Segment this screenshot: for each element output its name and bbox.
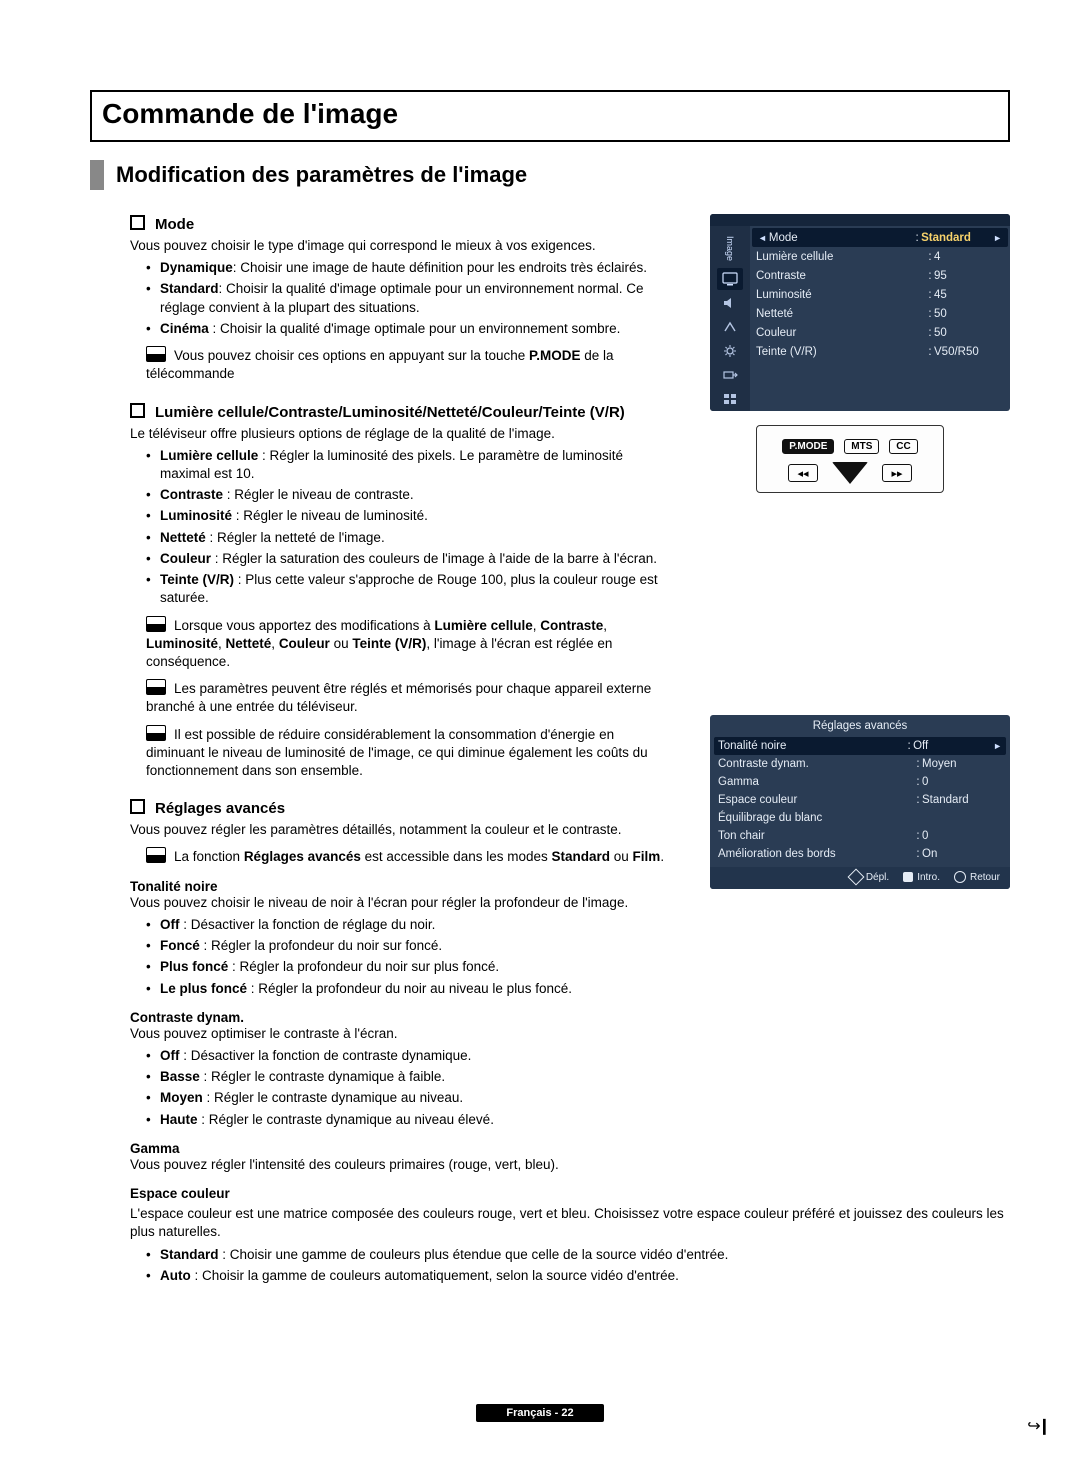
subhead-contraste-dynam: Contraste dynam. bbox=[130, 1010, 670, 1025]
mode-item: Standard: Choisir la qualité d'image opt… bbox=[146, 280, 670, 316]
osd-row: Tonalité noire:Off► bbox=[714, 737, 1006, 755]
osd-foot-enter: Intro. bbox=[903, 871, 940, 883]
tab-setup-icon bbox=[717, 340, 743, 362]
square-bullet-icon bbox=[130, 799, 145, 814]
list-item: Basse : Régler le contraste dynamique à … bbox=[146, 1068, 670, 1086]
subhead-tonalite: Tonalité noire bbox=[130, 879, 670, 894]
list-item: Le plus foncé : Régler la profondeur du … bbox=[146, 980, 670, 998]
osd-row: Amélioration des bords:On bbox=[718, 845, 1002, 863]
cd-intro: Vous pouvez optimiser le contraste à l'é… bbox=[130, 1025, 670, 1043]
page-turn-icon: ↪❙ bbox=[1027, 1416, 1048, 1436]
section-title: Modification des paramètres de l'image bbox=[90, 160, 1010, 190]
osd-row: Netteté:50 bbox=[756, 304, 1004, 323]
tonalite-intro: Vous pouvez choisir le niveau de noir à … bbox=[130, 894, 670, 912]
osd-advanced-menu: Réglages avancés Tonalité noire:Off►Cont… bbox=[710, 715, 1010, 889]
param-item: Netteté : Régler la netteté de l'image. bbox=[146, 529, 670, 547]
list-item: Standard : Choisir une gamme de couleurs… bbox=[146, 1246, 1010, 1264]
param-item: Couleur : Régler la saturation des coule… bbox=[146, 550, 670, 568]
osd-foot-move: Dépl. bbox=[850, 871, 889, 883]
osd-row: Ton chair:0 bbox=[718, 827, 1002, 845]
osd-tab-label: Image bbox=[725, 230, 735, 267]
osd-row: Équilibrage du blanc bbox=[718, 809, 1002, 827]
remote-mts-button: MTS bbox=[844, 439, 879, 454]
osd-row: Gamma:0 bbox=[718, 773, 1002, 791]
params-intro: Le téléviseur offre plusieurs options de… bbox=[130, 425, 670, 443]
return-icon bbox=[954, 871, 966, 883]
subhead-espace-couleur: Espace couleur bbox=[130, 1186, 670, 1201]
tab-channel-icon bbox=[717, 316, 743, 338]
osd-foot-return: Retour bbox=[954, 871, 1000, 883]
note-icon bbox=[146, 847, 166, 863]
note: Lorsque vous apportez des modifications … bbox=[146, 614, 670, 672]
tab-image-icon bbox=[717, 268, 743, 290]
move-icon bbox=[847, 869, 864, 886]
gamma-intro: Vous pouvez régler l'intensité des coule… bbox=[130, 1156, 670, 1174]
osd-row: Teinte (V/R):V50/R50 bbox=[756, 342, 1004, 361]
param-item: Contraste : Régler le niveau de contrast… bbox=[146, 486, 670, 504]
remote-dpad-icon bbox=[832, 462, 868, 484]
heading-mode: Mode bbox=[155, 216, 194, 233]
remote-rewind-icon: ◂◂ bbox=[788, 464, 818, 482]
page-title: Commande de l'image bbox=[102, 98, 398, 129]
note-icon bbox=[146, 616, 166, 632]
osd-row: Couleur:50 bbox=[756, 323, 1004, 342]
list-item: Off : Désactiver la fonction de contrast… bbox=[146, 1047, 670, 1065]
note: Il est possible de réduire considérablem… bbox=[146, 723, 670, 781]
list-item: Auto : Choisir la gamme de couleurs auto… bbox=[146, 1267, 1010, 1285]
ec-intro: L'espace couleur est une matrice composé… bbox=[130, 1205, 1010, 1241]
osd-row: Lumière cellule:4 bbox=[756, 247, 1004, 266]
subhead-gamma: Gamma bbox=[130, 1141, 670, 1156]
osd-row: Contraste:95 bbox=[756, 266, 1004, 285]
remote-illustration: P.MODE MTS CC ◂◂ ▸▸ bbox=[756, 425, 944, 493]
mode-intro: Vous pouvez choisir le type d'image qui … bbox=[130, 237, 670, 255]
remote-pmode-button: P.MODE bbox=[782, 439, 834, 454]
square-bullet-icon bbox=[130, 215, 145, 230]
note: Vous pouvez choisir ces options en appuy… bbox=[146, 344, 670, 383]
list-item: Haute : Régler le contraste dynamique au… bbox=[146, 1111, 670, 1129]
remote-ffwd-icon: ▸▸ bbox=[882, 464, 912, 482]
mode-item: Cinéma : Choisir la qualité d'image opti… bbox=[146, 320, 670, 338]
param-item: Lumière cellule : Régler la luminosité d… bbox=[146, 447, 670, 483]
list-item: Foncé : Régler la profondeur du noir sur… bbox=[146, 937, 670, 955]
adv-intro: Vous pouvez régler les paramètres détail… bbox=[130, 821, 670, 839]
osd-row: Espace couleur:Standard bbox=[718, 791, 1002, 809]
mode-item: Dynamique: Choisir une image de haute dé… bbox=[146, 259, 670, 277]
list-item: Off : Désactiver la fonction de réglage … bbox=[146, 916, 670, 934]
heading-advanced: Réglages avancés bbox=[155, 800, 285, 817]
osd-row: Luminosité:45 bbox=[756, 285, 1004, 304]
list-item: Plus foncé : Régler la profondeur du noi… bbox=[146, 958, 670, 976]
square-bullet-icon bbox=[130, 403, 145, 418]
note-icon bbox=[146, 725, 166, 741]
note-icon bbox=[146, 346, 166, 362]
tab-sound-icon bbox=[717, 292, 743, 314]
heading-params: Lumière cellule/Contraste/Luminosité/Net… bbox=[155, 404, 625, 421]
remote-cc-button: CC bbox=[889, 439, 917, 454]
tab-application-icon bbox=[717, 388, 743, 410]
param-item: Teinte (V/R) : Plus cette valeur s'appro… bbox=[146, 571, 670, 607]
enter-icon bbox=[903, 872, 913, 882]
osd2-title: Réglages avancés bbox=[710, 715, 1010, 735]
osd-row: Contraste dynam.:Moyen bbox=[718, 755, 1002, 773]
list-item: Moyen : Régler le contraste dynamique au… bbox=[146, 1089, 670, 1107]
osd-image-menu: Image ◄Mode:Standard►Lumière cellule:4Co… bbox=[710, 214, 1010, 411]
page-footer: Français - 22 bbox=[476, 1404, 603, 1422]
note: La fonction Réglages avancés est accessi… bbox=[146, 845, 670, 866]
tab-input-icon bbox=[717, 364, 743, 386]
note-icon bbox=[146, 679, 166, 695]
param-item: Luminosité : Régler le niveau de luminos… bbox=[146, 507, 670, 525]
note: Les paramètres peuvent être réglés et mé… bbox=[146, 677, 670, 716]
osd-row: ◄Mode:Standard► bbox=[752, 228, 1008, 247]
